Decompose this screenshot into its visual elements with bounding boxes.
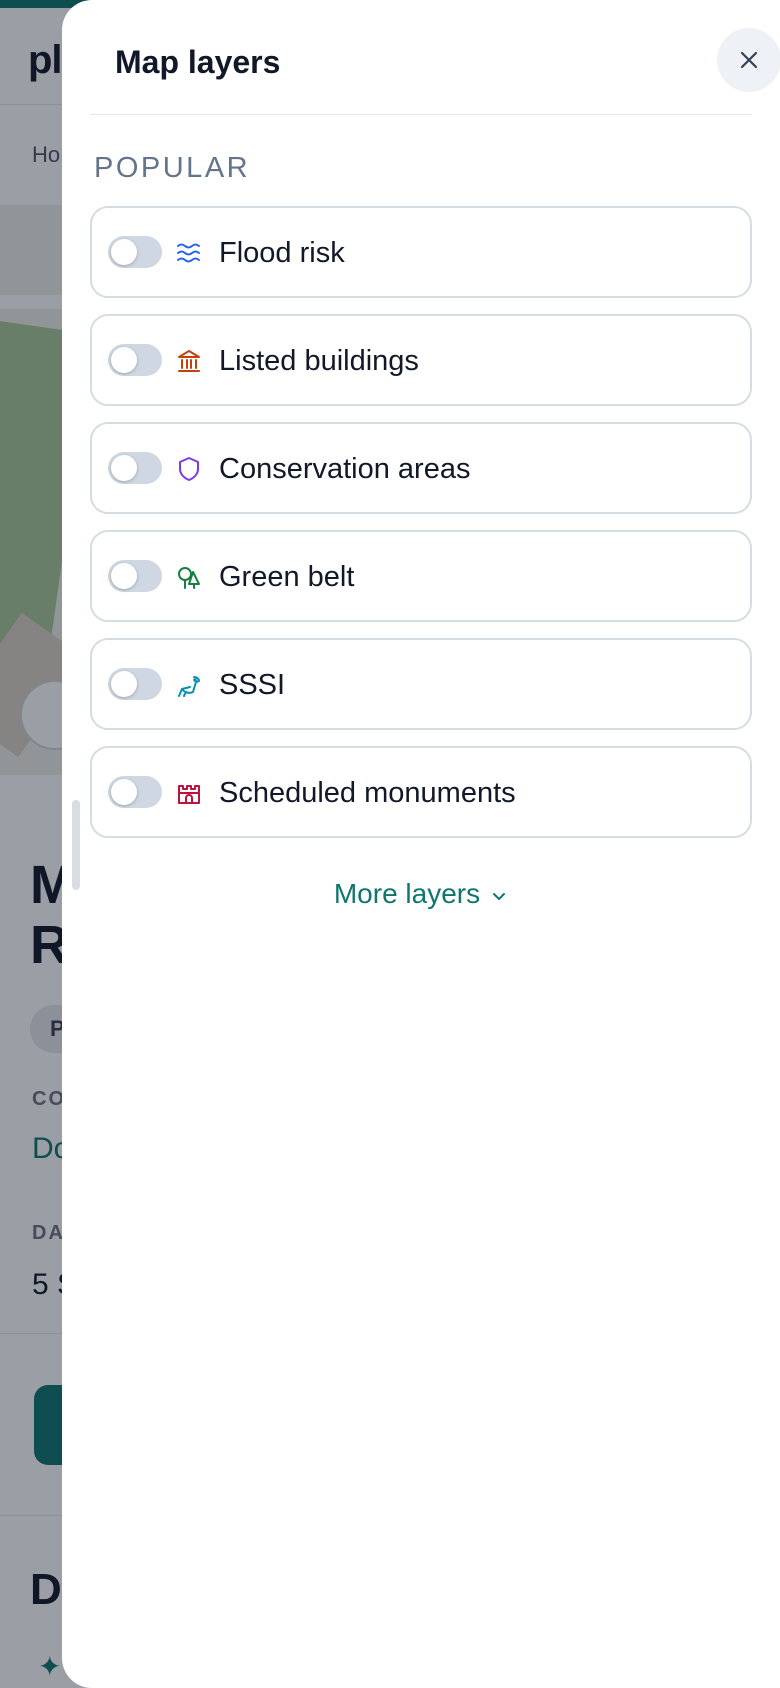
layer-toggle[interactable] bbox=[108, 560, 162, 592]
more-layers-label: More layers bbox=[333, 878, 481, 909]
drawer-header: Map layers bbox=[90, 0, 780, 115]
map-layers-drawer: Map layers POPULAR Flood risk Listed bui… bbox=[62, 0, 780, 1688]
layer-toggle[interactable] bbox=[108, 668, 162, 700]
layer-label: SSSI bbox=[219, 669, 286, 701]
layer-row-flood-risk[interactable]: Flood risk bbox=[90, 206, 752, 298]
layer-row-conservation-areas[interactable]: Conservation areas bbox=[90, 422, 752, 514]
trees-icon bbox=[178, 567, 200, 589]
layer-row-scheduled-monuments[interactable]: Scheduled monuments bbox=[90, 746, 752, 838]
layer-toggle[interactable] bbox=[108, 452, 162, 484]
layer-row-sssi[interactable]: SSSI bbox=[90, 638, 752, 730]
layer-label: Green belt bbox=[219, 561, 355, 593]
layer-row-green-belt[interactable]: Green belt bbox=[90, 530, 752, 622]
waves-icon bbox=[177, 243, 200, 263]
layer-label: Conservation areas bbox=[219, 453, 471, 485]
close-button[interactable] bbox=[717, 28, 780, 92]
bird-icon bbox=[178, 676, 200, 697]
drawer-title: Map layers bbox=[115, 44, 281, 80]
layer-row-listed-buildings[interactable]: Listed buildings bbox=[90, 314, 752, 406]
layer-list: Flood risk Listed buildings Conservation… bbox=[90, 206, 752, 854]
more-layers-button[interactable]: More layers bbox=[62, 878, 780, 910]
layer-toggle[interactable] bbox=[108, 344, 162, 376]
shield-icon bbox=[179, 457, 199, 481]
castle-icon bbox=[178, 785, 200, 804]
section-label-popular: POPULAR bbox=[94, 152, 251, 184]
layer-label: Flood risk bbox=[219, 237, 345, 269]
layer-toggle[interactable] bbox=[108, 776, 162, 808]
landmark-icon bbox=[178, 350, 200, 372]
layer-label: Listed buildings bbox=[219, 345, 419, 377]
drawer-resize-handle[interactable] bbox=[72, 800, 80, 890]
close-icon bbox=[740, 51, 758, 69]
layer-label: Scheduled monuments bbox=[219, 777, 516, 809]
chevron-down-icon bbox=[493, 892, 506, 900]
layer-toggle[interactable] bbox=[108, 236, 162, 268]
